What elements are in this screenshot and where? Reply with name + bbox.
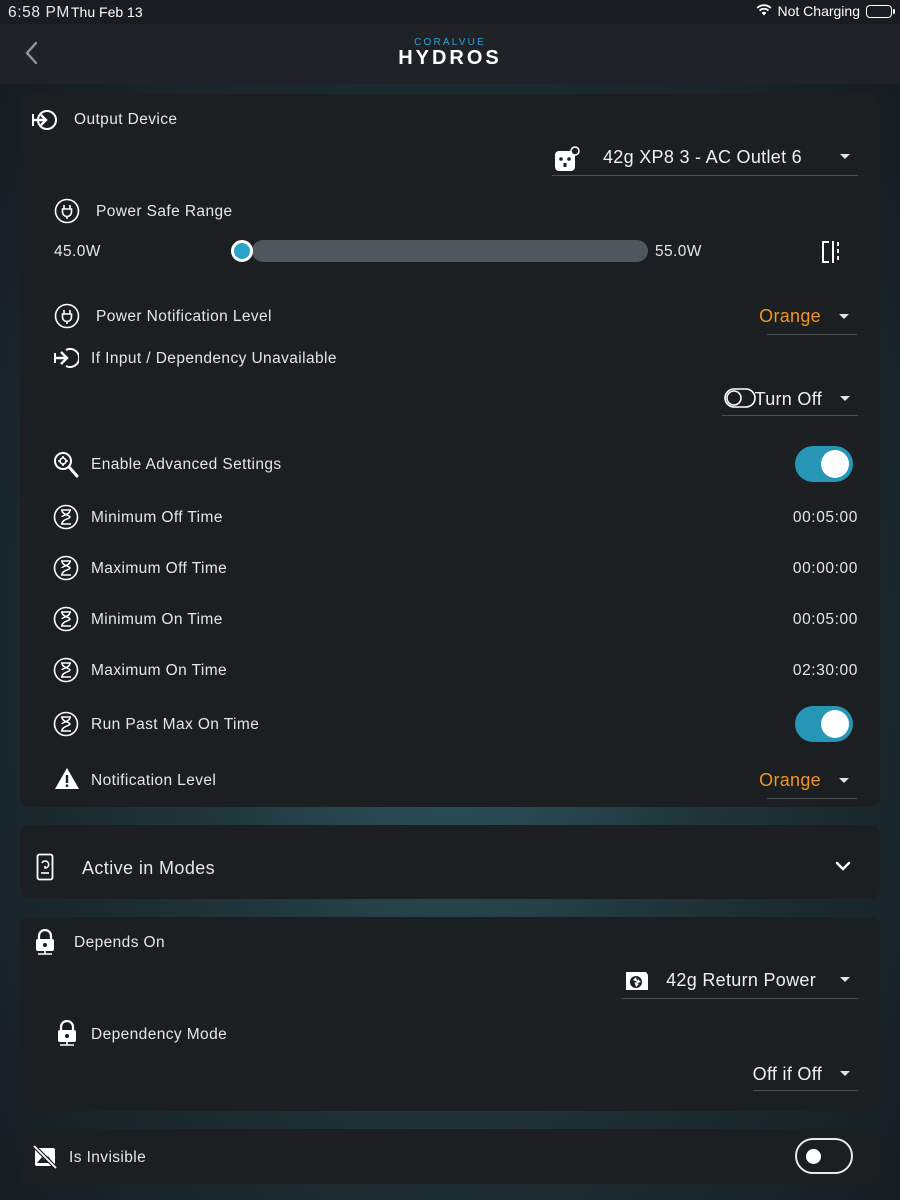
battery-icon: [866, 4, 895, 18]
max-on-time-value[interactable]: 02:30:00: [793, 662, 858, 680]
unavailable-dropdown[interactable]: Turn Off: [722, 384, 858, 416]
power-notification-dropdown[interactable]: Orange: [759, 303, 857, 335]
slider-thumb[interactable]: [231, 240, 253, 262]
chevron-down-icon: [839, 314, 849, 319]
depends-on-value: 42g Return Power: [666, 970, 816, 990]
power-range-min: 45.0W: [54, 243, 101, 260]
notification-level-label: Notification Level: [91, 772, 217, 789]
status-date: Thu Feb 13: [71, 4, 143, 20]
unavailable-label: If Input / Dependency Unavailable: [91, 350, 337, 367]
hidden-image-icon: [33, 1145, 57, 1169]
chevron-down-icon: [840, 977, 850, 982]
min-on-time-value[interactable]: 00:05:00: [793, 611, 858, 629]
status-bar: 6:58 PM Thu Feb 13 Not Charging: [0, 0, 900, 24]
hourglass-icon: [53, 555, 79, 581]
hourglass-icon: [53, 711, 79, 737]
power-safe-range-label: Power Safe Range: [96, 203, 233, 220]
chevron-down-icon: [840, 154, 850, 159]
active-in-modes-card[interactable]: Active in Modes: [20, 825, 880, 899]
plug-icon: [54, 303, 80, 329]
min-on-time-label: Minimum On Time: [91, 611, 223, 628]
advanced-settings-label: Enable Advanced Settings: [91, 456, 282, 473]
power-range-max: 55.0W: [655, 243, 702, 260]
dependency-mode-label: Dependency Mode: [91, 1026, 228, 1043]
depends-on-dropdown[interactable]: 42g Return Power: [622, 965, 858, 999]
unavailable-value: Turn Off: [754, 389, 822, 409]
pump-icon: [624, 969, 650, 993]
max-on-time-label: Maximum On Time: [91, 662, 228, 679]
chevron-down-icon: [840, 396, 850, 401]
notification-level-value: Orange: [759, 770, 821, 790]
input-arrow-icon: [53, 346, 79, 370]
dependency-mode-dropdown[interactable]: Off if Off: [753, 1059, 858, 1091]
charging-status: Not Charging: [777, 3, 861, 19]
toggle-off-icon: [724, 388, 756, 408]
output-device-value: 42g XP8 3 - AC Outlet 6: [602, 147, 802, 167]
min-off-time-label: Minimum Off Time: [91, 509, 223, 526]
hourglass-icon: [53, 504, 79, 530]
chevron-down-icon: [839, 778, 849, 783]
depends-on-title: Depends On: [74, 934, 166, 951]
chevron-down-icon: [840, 1071, 850, 1076]
active-in-modes-title: Active in Modes: [82, 858, 216, 878]
lock-icon: [34, 929, 56, 957]
chevron-down-icon[interactable]: [834, 860, 852, 872]
output-device-card: Output Device 42g XP8 3 - AC Outlet 6 Po…: [20, 94, 880, 807]
power-notification-label: Power Notification Level: [96, 308, 272, 325]
run-past-max-toggle[interactable]: [795, 706, 853, 742]
is-invisible-toggle[interactable]: [795, 1138, 853, 1174]
power-notification-value: Orange: [759, 306, 821, 326]
is-invisible-card: Is Invisible: [20, 1129, 880, 1184]
dependency-mode-value: Off if Off: [752, 1064, 822, 1084]
power-range-slider[interactable]: [252, 240, 648, 262]
max-off-time-label: Maximum Off Time: [91, 560, 228, 577]
status-right: Not Charging: [756, 3, 895, 19]
max-off-time-value[interactable]: 00:00:00: [793, 560, 858, 578]
notification-level-dropdown[interactable]: Orange: [759, 767, 857, 799]
outlet-icon: [554, 146, 580, 172]
hourglass-icon: [53, 606, 79, 632]
mode-device-icon: [36, 853, 54, 881]
plug-icon: [54, 198, 80, 224]
search-gear-icon: [53, 451, 79, 479]
output-device-dropdown[interactable]: 42g XP8 3 - AC Outlet 6: [552, 142, 858, 176]
depends-on-card: Depends On 42g Return Power Dependency M…: [20, 917, 880, 1111]
is-invisible-label: Is Invisible: [69, 1149, 147, 1166]
output-device-title: Output Device: [74, 111, 178, 128]
warning-icon: [54, 767, 80, 791]
lock-icon: [56, 1020, 78, 1048]
app-header: CORALVUE HYDROS: [0, 24, 900, 84]
logo-title: HYDROS: [398, 47, 502, 69]
advanced-settings-toggle[interactable]: [795, 446, 853, 482]
split-range-icon[interactable]: [820, 239, 844, 265]
hourglass-icon: [53, 657, 79, 683]
output-arrow-icon: [32, 108, 58, 132]
wifi-icon: [756, 3, 772, 19]
min-off-time-value[interactable]: 00:05:00: [793, 509, 858, 527]
run-past-max-label: Run Past Max On Time: [91, 716, 260, 733]
